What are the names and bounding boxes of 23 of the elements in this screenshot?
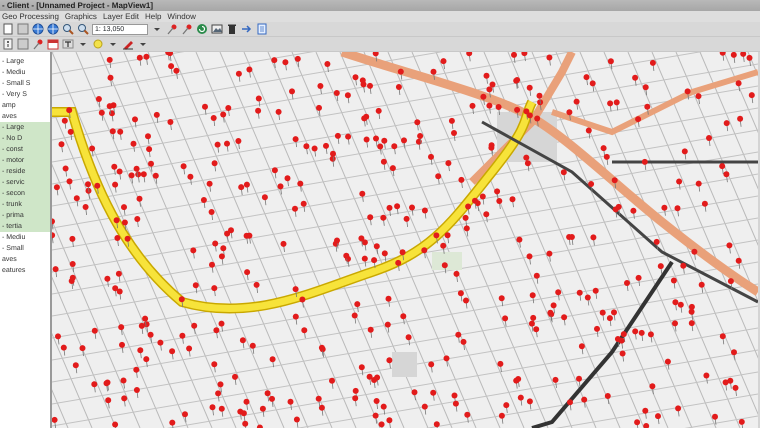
image-icon[interactable] [211, 23, 223, 35]
pin-icon[interactable] [181, 23, 193, 35]
menu-item[interactable]: Geo Processing [2, 12, 59, 22]
refresh-icon[interactable] [196, 23, 208, 35]
page-icon[interactable] [2, 23, 14, 35]
pin-icon[interactable] [32, 38, 44, 50]
search-icon[interactable] [62, 23, 74, 35]
pin-icon[interactable] [166, 23, 178, 35]
menu-item[interactable]: Help [144, 12, 162, 22]
text-tool-icon[interactable] [62, 38, 74, 50]
trash-icon[interactable] [226, 23, 238, 35]
window-title: - Client - [Unnamed Project - MapView1] [0, 0, 760, 11]
pen-icon[interactable] [122, 38, 134, 50]
globe-icon[interactable] [32, 23, 44, 35]
menu-item[interactable]: Layer Edit [102, 12, 139, 22]
calendar-icon[interactable] [47, 38, 59, 50]
menu-item[interactable]: Window [167, 12, 196, 22]
zoom-icon[interactable] [77, 23, 89, 35]
document-icon[interactable] [256, 23, 268, 35]
arrow-icon[interactable] [241, 23, 253, 35]
globe-icon[interactable] [47, 23, 59, 35]
menu-item[interactable]: Graphics [64, 12, 97, 22]
info-icon[interactable] [2, 38, 14, 50]
